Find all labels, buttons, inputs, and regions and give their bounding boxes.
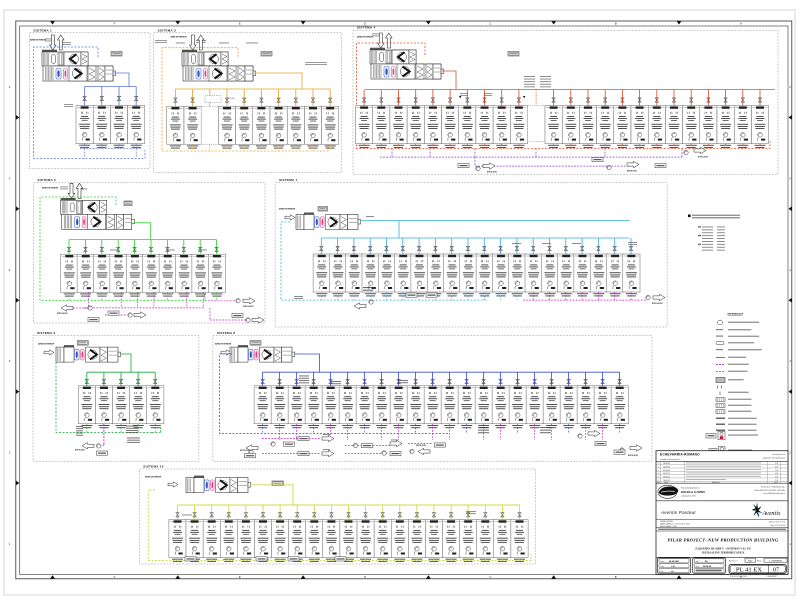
svg-text:Resp:: Resp: xyxy=(757,561,762,563)
svg-text:SISTEMA 10: SISTEMA 10 xyxy=(143,465,163,469)
svg-text:Paraná 46 of 'T'(1419) dense e: Paraná 46 of 'T'(1419) dense exp. xyxy=(761,487,786,489)
svg-text:AIRE EXTERIOR: AIRE EXTERIOR xyxy=(42,187,59,190)
svg-text:AIRE EXTERIOR: AIRE EXTERIOR xyxy=(38,343,55,346)
svg-text:PILAR PROJECT–NEW PRODUCTION: PILAR PROJECT–NEW PRODUCTION BUILDING xyxy=(667,538,779,543)
svg-text:EXPULSION: EXPULSION xyxy=(698,157,709,159)
svg-text:28-08-02: 28-08-02 xyxy=(663,476,670,478)
svg-text:BOLER & LLORNS: BOLER & LLORNS xyxy=(681,490,705,494)
svg-text:SISTEMA 6: SISTEMA 6 xyxy=(37,331,55,335)
svg-text:B: B xyxy=(615,21,617,25)
svg-text:estudio termomecánico: estudio termomecánico xyxy=(660,458,680,461)
svg-text:C.M.: C.M. xyxy=(671,566,676,568)
svg-text:o Asociados S.R.L.: o Asociados S.R.L. xyxy=(681,495,697,498)
svg-text:EXPULSION: EXPULSION xyxy=(487,172,498,174)
svg-text:Consultores en: Consultores en xyxy=(772,453,785,456)
svg-text:ESQUEMAS DE AIRE V – SISTEMA: ESQUEMAS DE AIRE V – SISTEMAS V AL VII xyxy=(694,548,751,551)
svg-text:Ingeniería Termomecánica: Ingeniería Termomecánica xyxy=(763,457,786,460)
svg-text:C.M.: C.M. xyxy=(775,473,779,475)
svg-text:Tel/Fax 4321-8321 / 4321-8013: Tel/Fax 4321-8321 / 4321-8013 / 4321-481… xyxy=(754,490,785,492)
svg-text:Archivo n°: Archivo n° xyxy=(729,560,737,563)
svg-text:AIRE EXTERIOR: AIRE EXTERIOR xyxy=(215,343,232,346)
svg-text:ECHEVARRIA-ROMANO: ECHEVARRIA-ROMANO xyxy=(660,453,700,457)
svg-text:AIRE EXTERIOR: AIRE EXTERIOR xyxy=(279,208,296,211)
svg-text:D: D xyxy=(364,21,366,25)
svg-text:Estudi de Arquitectura: Estudi de Arquitectura xyxy=(681,487,700,490)
svg-text:3: 3 xyxy=(658,473,659,475)
svg-text:EXPULSION: EXPULSION xyxy=(57,313,68,315)
svg-text:C.M.: C.M. xyxy=(775,476,779,478)
svg-text:EXPULSION: EXPULSION xyxy=(75,450,86,452)
svg-text:NON GL-TECHNIK DWG: NON GL-TECHNIK DWG xyxy=(730,576,748,578)
svg-text:02-03-04: 02-03-04 xyxy=(663,470,670,472)
svg-text:AIRE EXTERIOR: AIRE EXTERIOR xyxy=(357,36,374,39)
svg-text:EXPULSION: EXPULSION xyxy=(627,171,638,173)
svg-text:FUTURE: FUTURE xyxy=(228,98,234,100)
svg-text:F: F xyxy=(114,575,116,579)
svg-text:Aventis Pasteur: Aventis Pasteur xyxy=(660,510,696,515)
svg-text:28-08-04: 28-08-04 xyxy=(663,466,670,468)
svg-text:e-mail: bll2000@ciudad.com.ar: e-mail: bll2000@ciudad.com.ar xyxy=(763,493,785,495)
svg-text:INSTALACION TERMOMECANICA: INSTALACION TERMOMECANICA xyxy=(701,552,745,555)
svg-text:EXPULSION: EXPULSION xyxy=(243,306,254,308)
svg-text:C: C xyxy=(489,575,491,579)
svg-text:Teléfonos 34 21 27 O 32: Teléfonos 34 21 27 O 32 xyxy=(769,522,786,524)
svg-text:EXPULSION: EXPULSION xyxy=(628,455,639,457)
svg-text:SISTEMA 3: SISTEMA 3 xyxy=(158,28,176,32)
svg-text:SISTEMA 1: SISTEMA 1 xyxy=(34,28,52,32)
svg-text:C: C xyxy=(489,21,491,25)
svg-text:4: 4 xyxy=(658,476,659,478)
svg-text:C.M.: C.M. xyxy=(775,480,779,482)
svg-text:Escl :: Escl : xyxy=(696,561,701,563)
svg-text:PL 41 EX: PL 41 EX xyxy=(736,566,762,573)
svg-text:AIRE EXTERIOR: AIRE EXTERIOR xyxy=(145,476,162,479)
svg-text:SISTEMA 7: SISTEMA 7 xyxy=(279,178,297,182)
svg-text:E: E xyxy=(239,21,241,25)
svg-text:AIRE EXTERIOR: AIRE EXTERIOR xyxy=(30,39,47,42)
svg-text:07: 07 xyxy=(773,566,779,573)
svg-text:REFERENCIAS: REFERENCIAS xyxy=(728,313,744,316)
svg-text:70-02-02: 70-02-02 xyxy=(663,480,670,482)
svg-text:28-08-04: 28-08-04 xyxy=(663,463,670,465)
svg-text:C.M.: C.M. xyxy=(775,463,779,465)
svg-text:C. GUERRERO: C. GUERRERO xyxy=(769,560,783,562)
svg-text:Dmn.:: Dmn.: xyxy=(661,566,666,568)
svg-text:SISTEMA 8: SISTEMA 8 xyxy=(217,331,235,335)
svg-text:B: B xyxy=(615,575,617,579)
svg-text:Data:: Data: xyxy=(661,560,666,563)
svg-text:SISTEMA 5: SISTEMA 5 xyxy=(38,178,56,182)
svg-text:28-08-2001: 28-08-2001 xyxy=(669,561,680,563)
svg-text:0: 0 xyxy=(658,463,659,465)
svg-text:Rev.: Rev. xyxy=(696,566,700,568)
svg-text:EXPULSION: EXPULSION xyxy=(652,303,663,305)
svg-text:5: 5 xyxy=(658,480,659,482)
svg-text:Esc.:: Esc.: xyxy=(661,571,665,573)
svg-text:1: 1 xyxy=(658,466,659,468)
svg-text:EXPULSION: EXPULSION xyxy=(416,445,427,447)
svg-text:3029: 3029 xyxy=(748,560,752,562)
svg-text:28-08-04: 28-08-04 xyxy=(703,565,712,568)
svg-text:A: A xyxy=(740,21,742,25)
svg-text:AIRE EXTERIOR: AIRE EXTERIOR xyxy=(171,36,188,39)
svg-text:C.M.: C.M. xyxy=(775,466,779,468)
svg-text:C.M.: C.M. xyxy=(775,470,779,472)
svg-text:D: D xyxy=(364,575,366,579)
svg-text:F: F xyxy=(114,21,116,25)
svg-text:Aventis: Aventis xyxy=(762,510,781,517)
svg-text:E: E xyxy=(239,575,241,579)
svg-text:2: 2 xyxy=(658,470,659,472)
svg-text:SISTEMA 4: SISTEMA 4 xyxy=(357,26,375,30)
svg-text:19-07-04: 19-07-04 xyxy=(663,473,670,475)
